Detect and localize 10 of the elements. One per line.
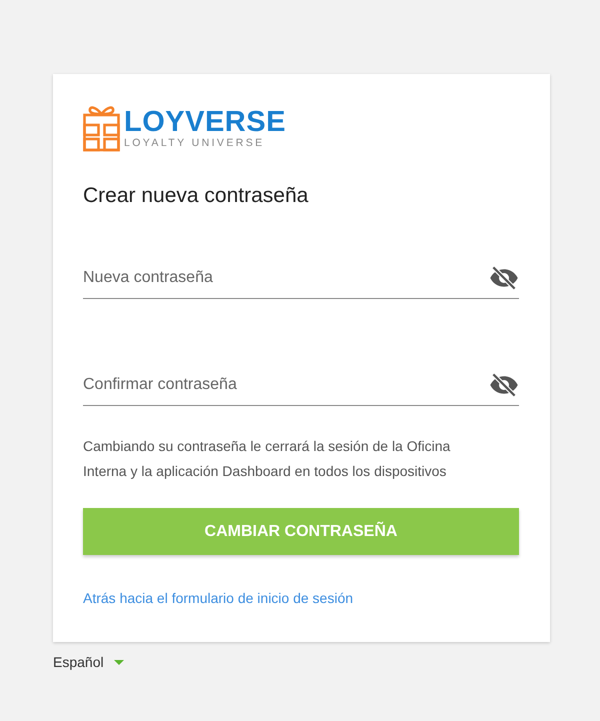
back-link[interactable]: Atrás hacia el formulario de inicio de sesión: [83, 590, 354, 606]
logo-wordmark: LOYVERSE: [124, 107, 286, 137]
info-text: Cambiando su contraseña le cerrará la sesión de la Oficina Interna y la aplicación Dashboard en todos los dispositivos: [83, 437, 452, 481]
password-field[interactable]: Confirmar contraseña: [83, 365, 489, 405]
submit-button[interactable]: CAMBIAR CONTRASEÑA: [83, 508, 519, 555]
password-field[interactable]: Nueva contraseña: [83, 258, 489, 298]
logo-tagline: LOYALTY UNIVERSE: [124, 137, 266, 149]
language-selector[interactable]: Español: [53, 654, 104, 670]
gift-icon: [83, 104, 120, 152]
page-title: Crear nueva contraseña: [83, 184, 310, 208]
